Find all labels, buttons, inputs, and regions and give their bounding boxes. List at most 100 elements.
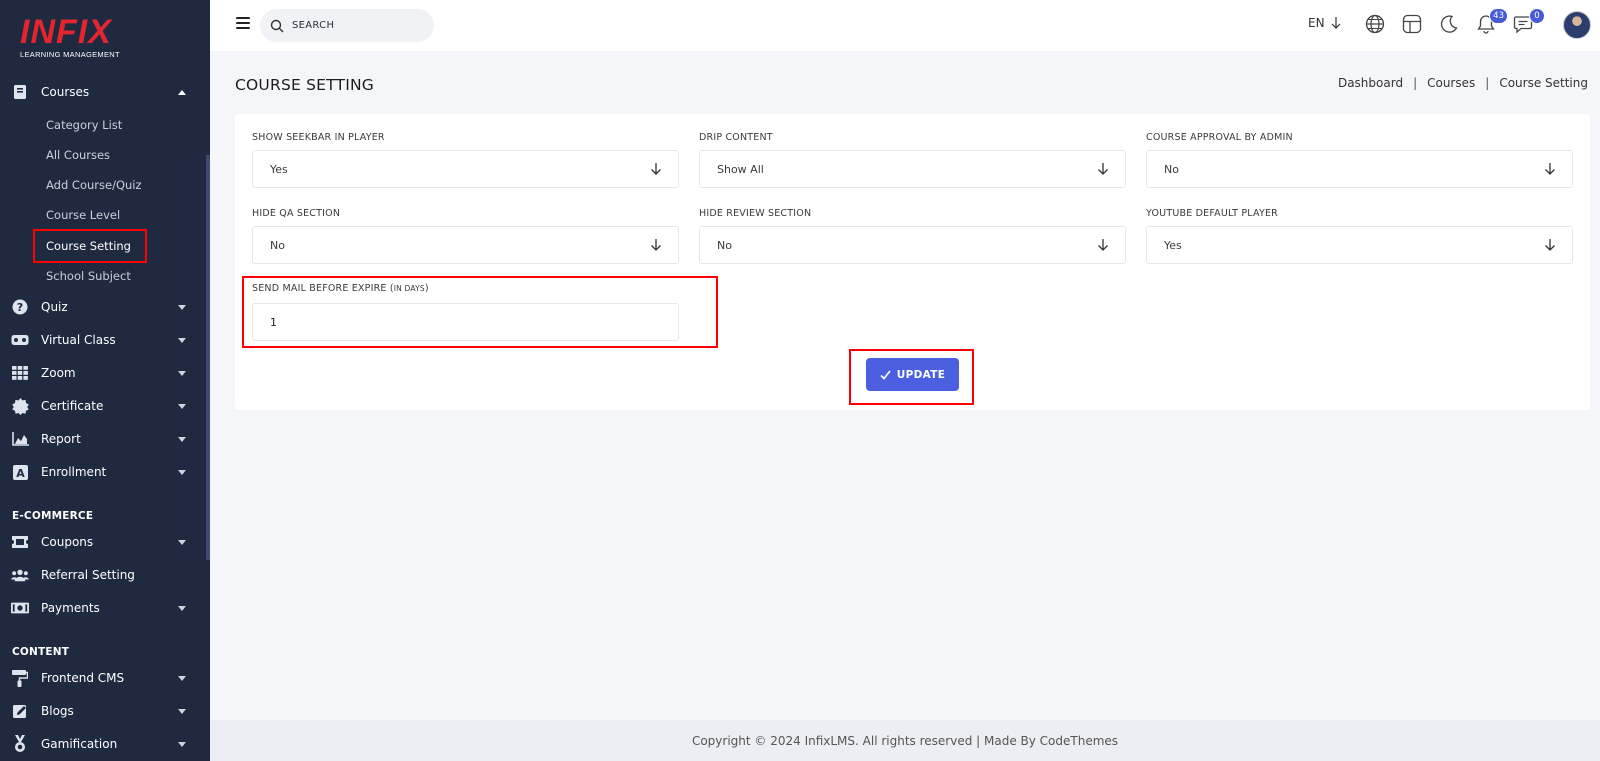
drip-content-label: DRIP CONTENT: [699, 132, 773, 143]
users-icon: [11, 566, 29, 584]
highlight-box-update: [849, 349, 974, 405]
enrollment-icon: A: [11, 463, 29, 481]
drip-content-select[interactable]: Show All: [699, 150, 1126, 188]
svg-text:?: ?: [17, 301, 23, 314]
chevron-down-icon: [178, 304, 186, 310]
notification-count-badge: 43: [1489, 8, 1508, 24]
book-icon: [11, 83, 29, 101]
sidebar-item-report[interactable]: Report: [0, 424, 206, 454]
breadcrumb-dashboard[interactable]: Dashboard: [1338, 76, 1403, 90]
highlight-box-course-setting: [33, 229, 147, 263]
arrow-down-icon: [1545, 163, 1555, 175]
medal-icon: [11, 735, 29, 753]
logo-subtitle: LEARNING MANAGEMENT: [20, 50, 120, 59]
sidebar-item-zoom[interactable]: Zoom: [0, 358, 206, 388]
sidebar-item-label: Certificate: [41, 399, 104, 413]
sidebar-item-label: Report: [41, 432, 81, 446]
sidebar-item-certificate[interactable]: Certificate: [0, 391, 206, 421]
moon-icon[interactable]: [1439, 14, 1461, 36]
edit-icon: [11, 702, 29, 720]
sidebar-item-frontend-cms[interactable]: Frontend CMS: [0, 663, 206, 693]
sidebar-item-label: Referral Setting: [41, 568, 135, 582]
menu-toggle-icon[interactable]: [236, 17, 250, 29]
sidebar-subitem-category-list[interactable]: Category List: [46, 114, 122, 136]
logo-text: INFIX: [20, 13, 112, 51]
section-heading-ecommerce: E-COMMERCE: [12, 510, 94, 522]
chevron-down-icon: [178, 675, 186, 681]
logo[interactable]: INFIX LEARNING MANAGEMENT: [20, 14, 140, 64]
breadcrumb-separator: |: [1485, 76, 1490, 90]
sidebar-item-label: Virtual Class: [41, 333, 116, 347]
question-circle-icon: ?: [11, 298, 29, 316]
sidebar-item-virtual-class[interactable]: Virtual Class: [0, 325, 206, 355]
breadcrumb-course-setting: Course Setting: [1499, 76, 1588, 90]
sidebar-item-enrollment[interactable]: A Enrollment: [0, 457, 206, 487]
sidebar-item-quiz[interactable]: ? Quiz: [0, 292, 206, 322]
breadcrumb-courses[interactable]: Courses: [1427, 76, 1475, 90]
chevron-down-icon: [178, 370, 186, 376]
layout-icon[interactable]: [1402, 14, 1424, 36]
ticket-icon: [11, 533, 29, 551]
globe-icon[interactable]: [1365, 14, 1387, 36]
sidebar-item-gamification[interactable]: Gamification: [0, 729, 206, 759]
select-value: Show All: [717, 162, 764, 176]
sidebar-item-payments[interactable]: Payments: [0, 593, 206, 623]
youtube-player-label: YOUTUBE DEFAULT PLAYER: [1146, 208, 1278, 219]
youtube-player-select[interactable]: Yes: [1146, 226, 1573, 264]
hide-qa-select[interactable]: No: [252, 226, 679, 264]
course-approval-select[interactable]: No: [1146, 150, 1573, 188]
chevron-down-icon: [178, 708, 186, 714]
chevron-down-icon: [178, 469, 186, 475]
sidebar-subitem-all-courses[interactable]: All Courses: [46, 144, 110, 166]
sidebar-subitem-school-subject[interactable]: School Subject: [46, 265, 131, 287]
select-value: Yes: [270, 162, 288, 176]
show-seekbar-select[interactable]: Yes: [252, 150, 679, 188]
money-icon: [11, 599, 29, 617]
footer-copyright: Copyright © 2024 InfixLMS. All rights re…: [691, 733, 1119, 748]
highlight-box-send-mail: [242, 276, 718, 348]
select-value: No: [270, 238, 285, 252]
sidebar-item-label: Blogs: [41, 704, 74, 718]
sidebar-subitem-add-course-quiz[interactable]: Add Course/Quiz: [46, 174, 142, 196]
chevron-up-icon: [178, 89, 186, 95]
chevron-down-icon: [178, 403, 186, 409]
paint-roller-icon: [11, 669, 29, 687]
select-value: No: [717, 238, 732, 252]
search-icon: [270, 19, 284, 32]
arrow-down-icon: [1545, 239, 1555, 251]
sidebar-item-label: Gamification: [41, 737, 118, 751]
sidebar-item-referral-setting[interactable]: Referral Setting: [0, 560, 206, 590]
language-selector[interactable]: EN: [1308, 16, 1341, 30]
sidebar-item-coupons[interactable]: Coupons: [0, 527, 206, 557]
sidebar-item-label: Courses: [41, 85, 90, 99]
section-heading-content: CONTENT: [12, 646, 70, 658]
sidebar-item-label: Quiz: [41, 300, 68, 314]
sidebar-subitem-course-level[interactable]: Course Level: [46, 204, 120, 226]
page-title: COURSE SETTING: [235, 76, 374, 94]
arrow-down-icon: [651, 239, 661, 251]
sidebar-item-label: Enrollment: [41, 465, 107, 479]
chevron-down-icon: [178, 605, 186, 611]
course-approval-label: COURSE APPROVAL BY ADMIN: [1146, 132, 1293, 143]
select-value: Yes: [1164, 238, 1182, 252]
chevron-down-icon: [178, 539, 186, 545]
arrow-down-icon: [651, 163, 661, 175]
message-icon[interactable]: 0: [1513, 8, 1545, 36]
sidebar-item-label: Zoom: [41, 366, 76, 380]
footer: Copyright © 2024 InfixLMS. All rights re…: [210, 720, 1600, 761]
search-bar[interactable]: SEARCH: [260, 9, 434, 42]
hide-review-select[interactable]: No: [699, 226, 1126, 264]
svg-text:A: A: [16, 467, 25, 480]
sidebar-item-blogs[interactable]: Blogs: [0, 696, 206, 726]
sidebar-item-label: Coupons: [41, 535, 94, 549]
hide-qa-label: HIDE QA SECTION: [252, 208, 341, 219]
notification-bell-icon[interactable]: 43: [1476, 8, 1508, 36]
arrow-down-icon: [1098, 163, 1108, 175]
avatar[interactable]: [1563, 11, 1591, 39]
arrow-down-icon: [1331, 17, 1340, 29]
vr-headset-icon: [11, 331, 29, 349]
sidebar-item-courses[interactable]: Courses: [0, 77, 206, 107]
chevron-down-icon: [178, 741, 186, 747]
sidebar-scrollbar[interactable]: [206, 155, 210, 560]
search-input[interactable]: SEARCH: [292, 20, 334, 31]
